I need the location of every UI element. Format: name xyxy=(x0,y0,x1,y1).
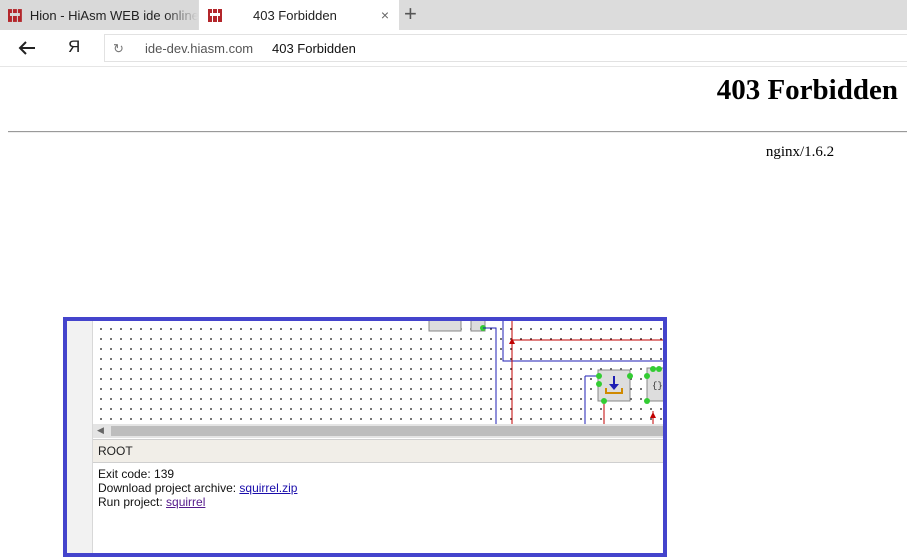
pin-dot xyxy=(596,373,602,379)
build-output: Exit code: 139 Download project archive:… xyxy=(98,467,297,509)
run-label: Run project: xyxy=(98,495,167,509)
address-bar[interactable]: ↻ ide-dev.hiasm.com 403 Forbidden xyxy=(104,34,907,62)
url-page-title: 403 Forbidden xyxy=(272,41,356,56)
navigation-bar: Я ↻ ide-dev.hiasm.com 403 Forbidden xyxy=(0,30,907,67)
pin-dot xyxy=(627,373,633,379)
output-panel-header: ROOT xyxy=(93,439,663,463)
blue-wire xyxy=(483,327,497,424)
yandex-button[interactable]: Я xyxy=(68,37,80,57)
new-tab-button[interactable]: + xyxy=(404,2,417,26)
pin-dot xyxy=(650,366,656,372)
download-line: Download project archive: squirrel.zip xyxy=(98,481,297,495)
run-project-link[interactable]: squirrel xyxy=(166,495,205,509)
hiasm-logo-icon xyxy=(8,8,22,22)
divider xyxy=(8,131,907,133)
scrollbar-thumb[interactable] xyxy=(111,426,663,436)
pin-dot xyxy=(601,398,607,404)
download-archive-link[interactable]: squirrel.zip xyxy=(239,481,297,495)
run-line: Run project: squirrel xyxy=(98,495,297,509)
schema-diagram: {} xyxy=(428,321,663,424)
back-arrow-icon[interactable] xyxy=(16,38,38,58)
schema-canvas[interactable]: {} xyxy=(93,321,663,424)
tab-403-forbidden[interactable]: 403 Forbidden × xyxy=(199,0,399,30)
pin-dot xyxy=(644,373,650,379)
page-heading: 403 Forbidden xyxy=(716,74,898,106)
reload-icon[interactable]: ↻ xyxy=(113,41,124,57)
pin-dot xyxy=(596,381,602,387)
tab-label: Hion - HiAsm WEB ide online xyxy=(29,7,198,23)
red-arrow xyxy=(650,412,656,418)
tab-label: 403 Forbidden xyxy=(253,7,337,23)
svg-text:{}: {} xyxy=(652,381,663,391)
pin-dot xyxy=(656,366,662,372)
hiasm-logo-icon xyxy=(208,8,222,22)
pin-dot xyxy=(644,398,650,404)
server-signature: nginx/1.6.2 xyxy=(765,144,835,160)
url-domain: ide-dev.hiasm.com xyxy=(145,41,254,56)
tab-hion[interactable]: Hion - HiAsm WEB ide online xyxy=(0,0,198,30)
horizontal-scrollbar[interactable]: ◀ xyxy=(93,424,663,438)
ide-screenshot-frame: {} ◀ ROOT Exit code: 139 Download projec… xyxy=(63,317,667,557)
scroll-left-icon[interactable]: ◀ xyxy=(97,425,104,436)
ide-left-gutter xyxy=(67,321,93,553)
tab-strip: Hion - HiAsm WEB ide online 403 Forbidde… xyxy=(0,0,907,30)
red-arrow xyxy=(509,338,515,344)
close-icon[interactable]: × xyxy=(381,7,389,23)
schema-element-box xyxy=(428,321,462,332)
download-label: Download project archive: xyxy=(98,481,240,495)
panel-title: ROOT xyxy=(98,444,133,458)
exit-code-line: Exit code: 139 xyxy=(98,467,175,481)
blue-wire xyxy=(502,321,663,362)
